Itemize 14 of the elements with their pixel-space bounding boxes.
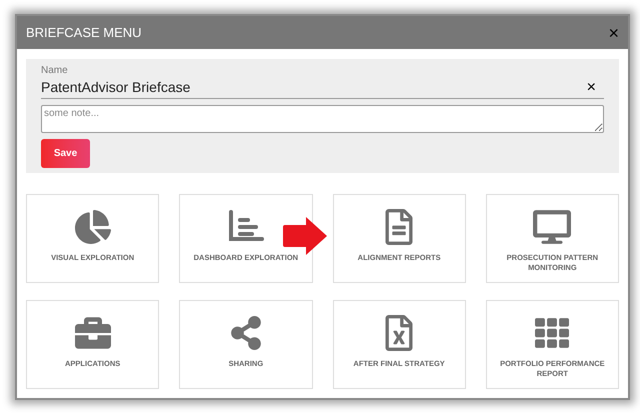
arrow-icon [283, 217, 327, 255]
save-button[interactable]: Save [41, 139, 90, 168]
clear-button[interactable]: × [586, 80, 596, 96]
close-button[interactable]: × [608, 24, 619, 42]
briefcase-icon [74, 315, 111, 351]
name-field[interactable]: PatentAdvisor Briefcase × [41, 77, 604, 99]
grid-icon [535, 316, 570, 350]
share-icon [228, 316, 263, 350]
note-field[interactable]: some note... [41, 105, 604, 133]
window-title: BRIEFCASE MENU [26, 24, 142, 42]
name-label: Name [41, 65, 69, 77]
monitor-icon [533, 208, 572, 246]
bar-chart-icon [228, 210, 264, 244]
pie-chart-icon [74, 209, 111, 245]
